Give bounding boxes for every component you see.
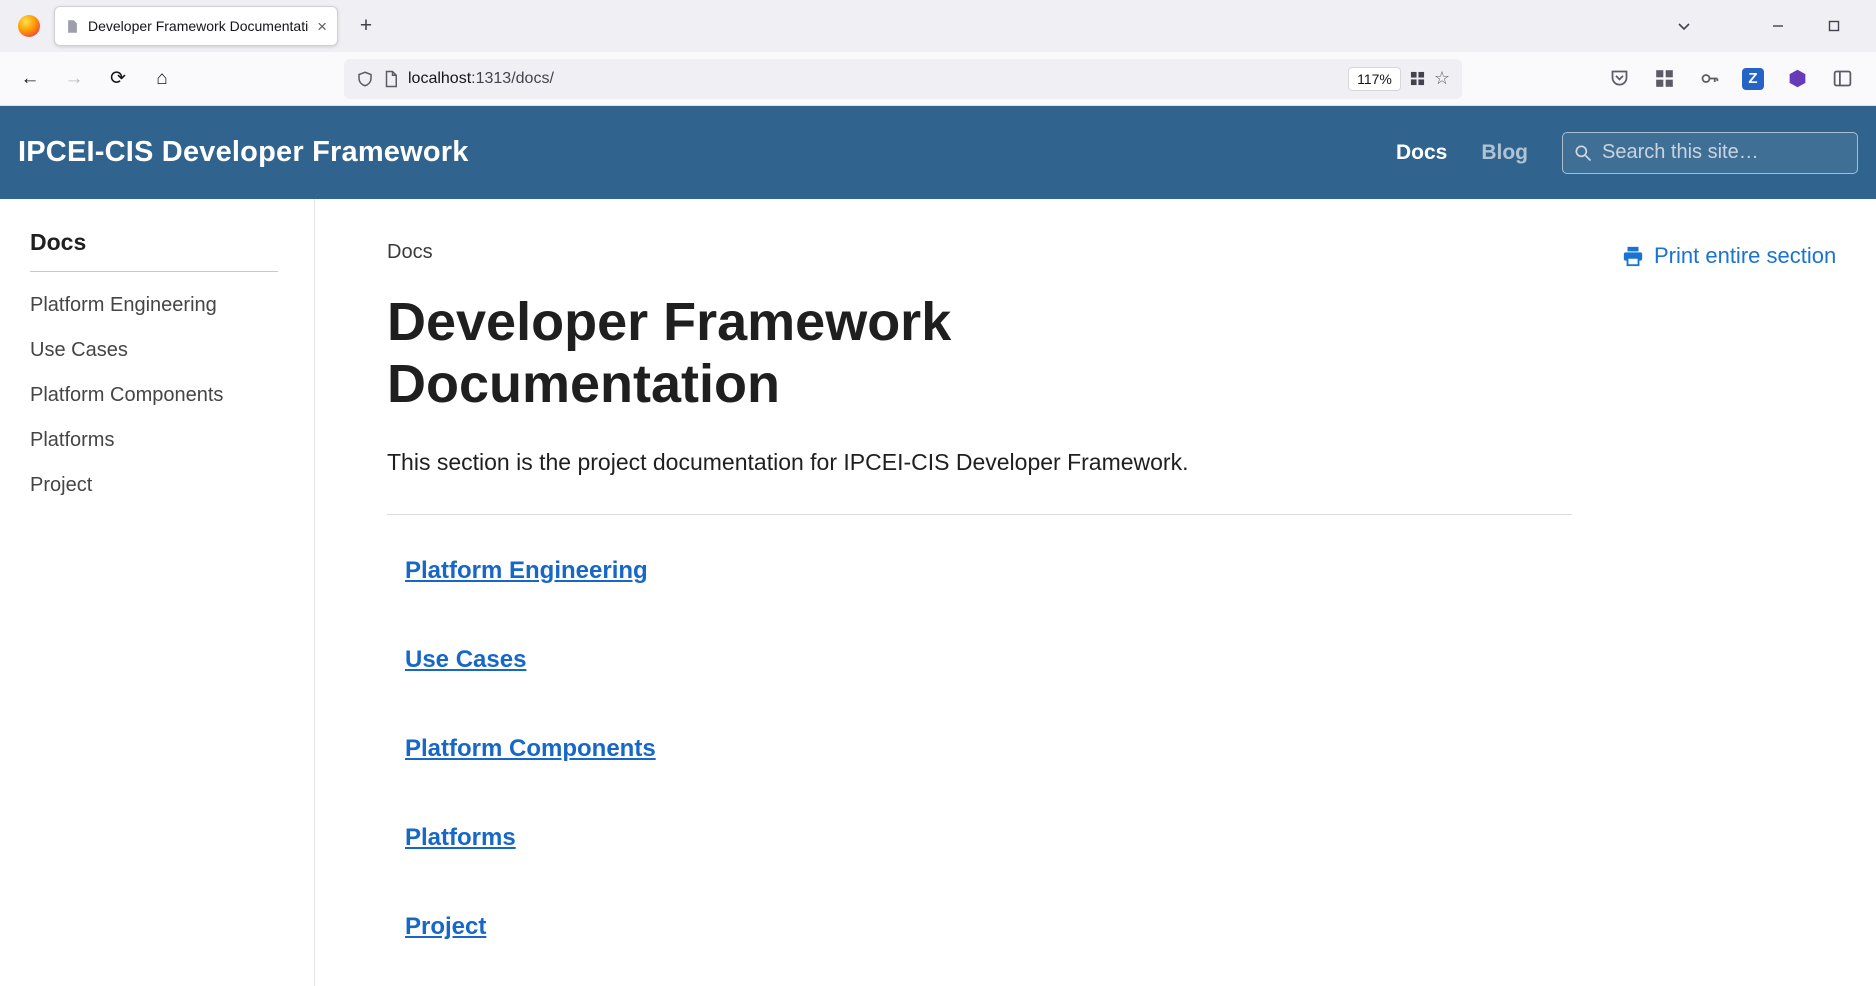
tracking-shield-icon[interactable] <box>356 70 374 88</box>
print-section-link[interactable]: Print entire section <box>1622 243 1876 269</box>
forward-button[interactable]: → <box>56 61 92 97</box>
window-controls <box>1670 12 1864 40</box>
tab-list-chevron-icon[interactable] <box>1670 12 1698 40</box>
page-favicon-icon <box>65 19 80 34</box>
section-link-platforms[interactable]: Platforms <box>405 824 516 852</box>
nav-link-docs[interactable]: Docs <box>1396 141 1447 165</box>
zoom-level-badge[interactable]: 117% <box>1348 67 1401 91</box>
url-path: :1313/docs/ <box>471 70 554 87</box>
sidebar-heading[interactable]: Docs <box>30 229 278 272</box>
site-brand[interactable]: IPCEI-CIS Developer Framework <box>18 136 469 169</box>
site-nav: Docs Blog <box>1396 132 1858 174</box>
lead-paragraph: This section is the project documentatio… <box>387 449 1572 476</box>
tab-title: Developer Framework Documentation <box>88 18 309 34</box>
minimize-button[interactable] <box>1764 12 1792 40</box>
page-content: Docs Platform Engineering Use Cases Plat… <box>0 199 1876 986</box>
breadcrumb[interactable]: Docs <box>387 241 1572 264</box>
sidebar-item-platform-components[interactable]: Platform Components <box>30 384 294 407</box>
reload-button[interactable]: ⟳ <box>100 61 136 97</box>
firefox-logo-icon <box>18 15 40 37</box>
back-button[interactable]: ← <box>12 61 48 97</box>
grid-icon[interactable] <box>1410 71 1425 86</box>
zotero-extension-icon[interactable]: Z <box>1742 68 1764 90</box>
toolbar-extensions: Z <box>1607 67 1864 91</box>
tab-close-icon[interactable]: × <box>317 18 327 35</box>
site-info-icon[interactable] <box>383 70 399 88</box>
url-bar[interactable]: localhost:1313/docs/ 117% ☆ <box>344 59 1462 99</box>
sidebar-item-project[interactable]: Project <box>30 474 294 497</box>
search-input[interactable] <box>1602 141 1847 164</box>
section-links: Platform Engineering Use Cases Platform … <box>387 557 1572 941</box>
sidebar-item-platform-engineering[interactable]: Platform Engineering <box>30 294 294 317</box>
site-header: IPCEI-CIS Developer Framework Docs Blog <box>0 106 1876 199</box>
key-icon[interactable] <box>1697 67 1721 91</box>
section-link-platform-engineering[interactable]: Platform Engineering <box>405 557 648 585</box>
toc-sidebar: Print entire section <box>1572 199 1876 986</box>
home-button[interactable]: ⌂ <box>144 61 180 97</box>
bookmark-star-icon[interactable]: ☆ <box>1434 68 1450 89</box>
sidebar-item-use-cases[interactable]: Use Cases <box>30 339 294 362</box>
extensions-grid-icon[interactable] <box>1652 67 1676 91</box>
nav-link-blog[interactable]: Blog <box>1481 141 1528 165</box>
new-tab-button[interactable]: + <box>350 10 382 42</box>
docs-sidebar: Docs Platform Engineering Use Cases Plat… <box>0 199 315 986</box>
section-link-project[interactable]: Project <box>405 913 486 941</box>
sidebar-toggle-icon[interactable] <box>1830 67 1854 91</box>
print-section-label: Print entire section <box>1654 243 1836 269</box>
printer-icon <box>1622 245 1644 267</box>
sidebar-item-platforms[interactable]: Platforms <box>30 429 294 452</box>
divider <box>387 514 1572 515</box>
url-text: localhost:1313/docs/ <box>408 70 1339 88</box>
navigation-toolbar: ← → ⟳ ⌂ localhost:1313/docs/ 117% ☆ Z <box>0 52 1876 106</box>
search-icon <box>1573 143 1593 163</box>
section-link-use-cases[interactable]: Use Cases <box>405 646 526 674</box>
purple-extension-icon[interactable] <box>1785 67 1809 91</box>
browser-tab[interactable]: Developer Framework Documentation × <box>54 6 338 46</box>
page-title: Developer Framework Documentation <box>387 292 1287 415</box>
site-search[interactable] <box>1562 132 1858 174</box>
tab-bar: Developer Framework Documentation × + <box>0 0 1876 52</box>
section-link-platform-components[interactable]: Platform Components <box>405 735 656 763</box>
url-host: localhost <box>408 70 471 87</box>
maximize-restore-button[interactable] <box>1820 12 1848 40</box>
pocket-icon[interactable] <box>1607 67 1631 91</box>
screen: { "colors": { "header_bg": "#30638E", "l… <box>0 0 1876 986</box>
main-content: Docs Developer Framework Documentation T… <box>315 199 1572 986</box>
